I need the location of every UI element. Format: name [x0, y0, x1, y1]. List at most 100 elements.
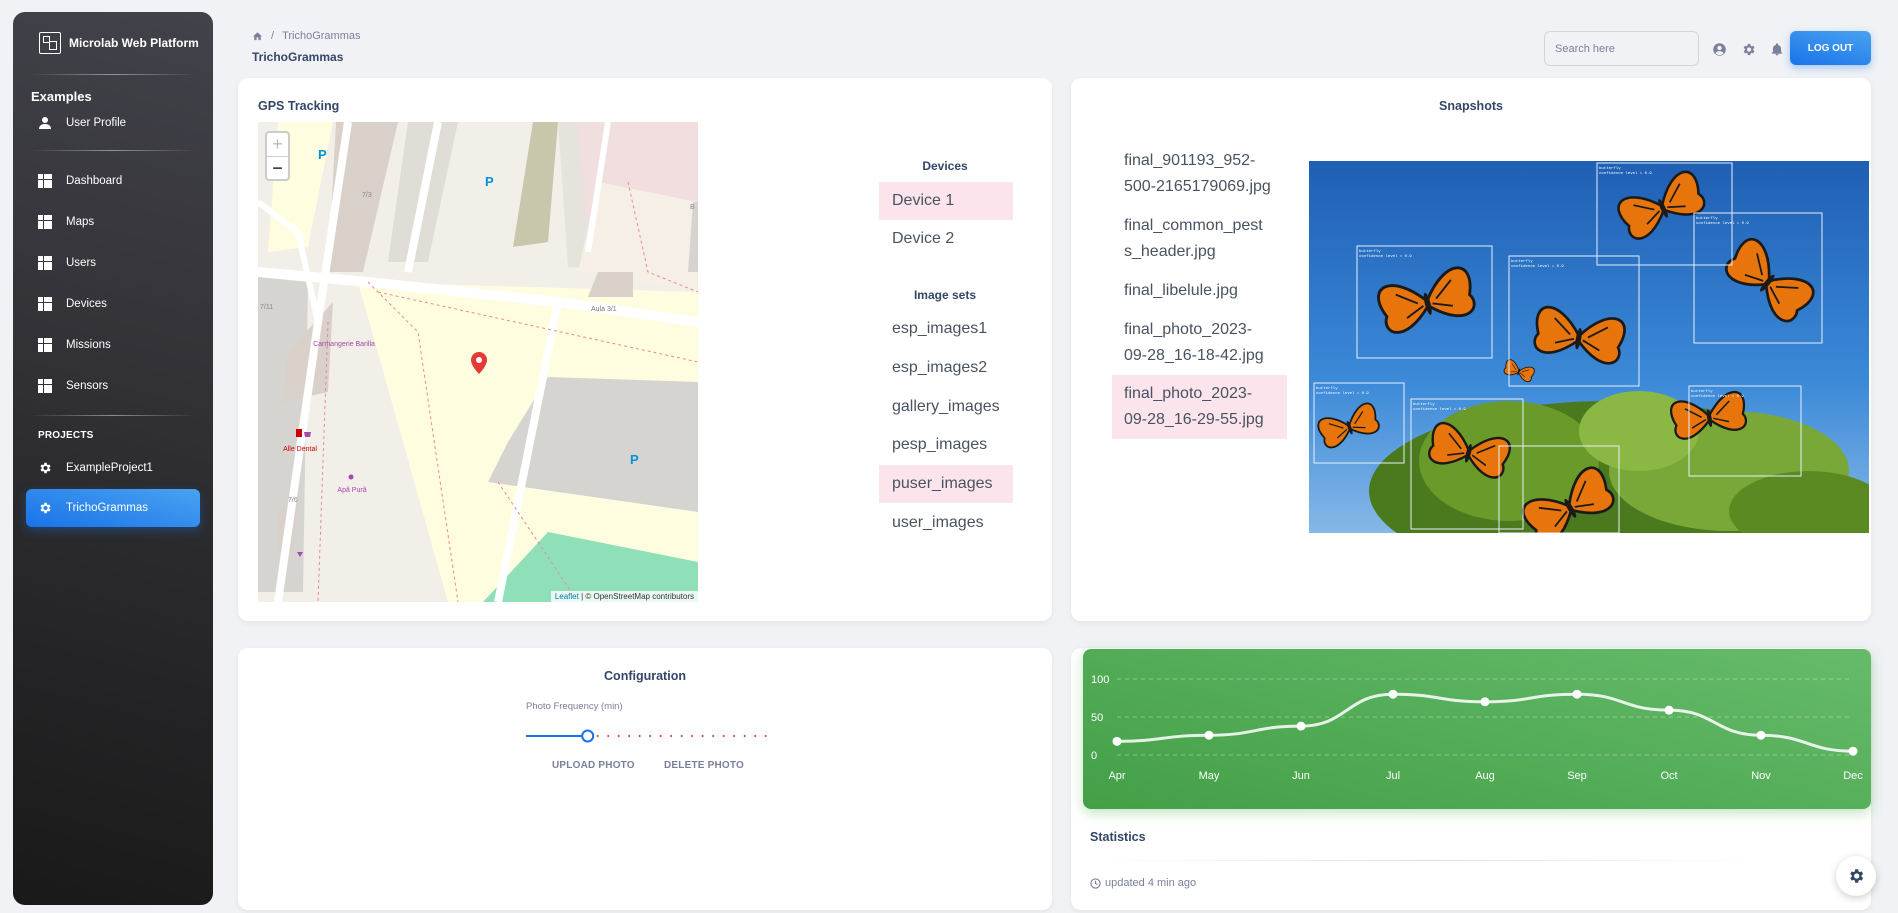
configuration-title: Configuration	[604, 669, 686, 683]
updated-text: updated 4 min ago	[1105, 877, 1197, 889]
parking-label: P	[485, 174, 494, 189]
sidebar-item-users[interactable]: Users	[26, 243, 200, 282]
settings-icon[interactable]	[1740, 41, 1756, 57]
attribution-text: | © OpenStreetMap contributors	[578, 592, 694, 601]
sidebar-divider	[29, 150, 197, 151]
detection-confidence: confidence level = 0.9	[1696, 221, 1749, 226]
statistics-divider	[1090, 860, 1770, 861]
gear-icon	[40, 502, 51, 514]
delete-photo-button[interactable]: DELETE PHOTO	[664, 760, 744, 771]
breadcrumb-separator: /	[271, 30, 275, 42]
snapshot-file-item[interactable]: final_common_pest s_header.jpg	[1112, 213, 1287, 265]
slider-tick	[701, 735, 704, 737]
x-tick-label: Nov	[1751, 770, 1771, 782]
data-point[interactable]	[1664, 705, 1674, 715]
sidebar-item-project-active[interactable]: TrichoGrammas	[26, 489, 200, 527]
image-set-item[interactable]: esp_images1	[879, 310, 1013, 348]
photo-frequency-slider[interactable]	[526, 729, 770, 743]
zoom-out-button[interactable]: −	[267, 156, 288, 179]
device-item[interactable]: Device 2	[879, 220, 1013, 258]
upload-photo-button[interactable]: UPLOAD PHOTO	[552, 760, 635, 771]
slider-label: Photo Frequency (min)	[526, 701, 623, 712]
sidebar-item-user-profile[interactable]: User Profile	[26, 108, 200, 138]
detection-confidence: confidence level = 0.9	[1316, 391, 1369, 396]
x-tick-label: Aug	[1475, 770, 1495, 782]
slider-tick	[617, 735, 620, 737]
slider-thumb[interactable]	[581, 729, 595, 743]
image-set-item[interactable]: user_images	[879, 504, 1013, 542]
sidebar-item-sensors[interactable]: Sensors	[26, 366, 200, 405]
slider-tick	[691, 735, 694, 737]
sidebar-item-missions[interactable]: Missions	[26, 325, 200, 364]
sidebar-item-maps[interactable]: Maps	[26, 202, 200, 241]
file-name-line: s_header.jpg	[1124, 243, 1216, 260]
file-name-line: 09-28_16-29-55.jpg	[1124, 411, 1264, 428]
parking-label: P	[630, 452, 639, 467]
sidebar-item-project[interactable]: ExampleProject1	[26, 449, 200, 487]
file-name-line: 09-28_16-18-42.jpg	[1124, 347, 1264, 364]
snapshot-file-item[interactable]: final_photo_2023- 09-28_16-18-42.jpg	[1112, 317, 1287, 369]
poi-label: Carmangerie Barilla	[313, 341, 375, 348]
gear-icon	[1850, 869, 1864, 883]
search-input[interactable]	[1544, 31, 1699, 66]
slider-tick	[722, 735, 725, 737]
sidebar-item-label: TrichoGrammas	[66, 502, 148, 514]
zoom-in-button[interactable]: +	[267, 133, 288, 156]
statistics-title: Statistics	[1090, 830, 1146, 844]
data-point[interactable]	[1848, 746, 1858, 756]
image-set-item[interactable]: pesp_images	[879, 426, 1013, 464]
detection-label: butterfly	[1696, 216, 1718, 221]
data-point[interactable]	[1572, 689, 1582, 699]
logout-button[interactable]: LOG OUT	[1790, 31, 1871, 65]
gps-title: GPS Tracking	[258, 99, 340, 113]
sidebar-nav: Dashboard Maps Users Devices Missions Se…	[13, 161, 213, 405]
x-tick-label: May	[1199, 770, 1220, 782]
snapshot-image[interactable]: butterfly confidence level = 0.9 butterf…	[1309, 161, 1869, 533]
leaflet-link[interactable]: Leaflet	[555, 592, 579, 601]
data-point[interactable]	[1204, 730, 1214, 740]
sidebar-item-dashboard[interactable]: Dashboard	[26, 161, 200, 200]
image-set-item[interactable]: esp_images2	[879, 349, 1013, 387]
y-tick-label: 50	[1091, 712, 1103, 724]
snapshot-file-item[interactable]: final_901193_952- 500-2165179069.jpg	[1112, 148, 1287, 200]
settings-fab[interactable]	[1836, 856, 1876, 896]
map[interactable]: P P P 7/3 7/11 7/6 B Aula 3/1 Carmangeri…	[258, 122, 698, 602]
image-set-item[interactable]: gallery_images	[879, 388, 1013, 426]
dashboard-icon	[38, 337, 52, 352]
brand[interactable]: Microlab Web Platform	[13, 12, 213, 74]
data-point[interactable]	[1480, 697, 1490, 707]
data-point[interactable]	[1756, 730, 1766, 740]
y-tick-label: 0	[1091, 750, 1097, 762]
building-label: Aula 3/1	[591, 306, 617, 313]
data-point[interactable]	[1388, 689, 1398, 699]
slider-tick	[733, 735, 736, 737]
breadcrumb-current[interactable]: TrichoGrammas	[282, 30, 360, 42]
x-tick-label: Sep	[1567, 770, 1587, 782]
file-name-line: final_901193_952-	[1124, 152, 1256, 169]
dashboard-icon	[38, 378, 52, 393]
snapshot-file-item[interactable]: final_libelule.jpg	[1112, 278, 1287, 304]
device-item[interactable]: Device 1	[879, 182, 1013, 220]
file-name-line: final_photo_2023-	[1124, 321, 1253, 338]
slider-tick	[670, 735, 673, 737]
sidebar-item-label: Maps	[66, 215, 95, 228]
sidebar-item-devices[interactable]: Devices	[26, 284, 200, 323]
slider-tick	[743, 735, 746, 737]
bell-icon[interactable]	[1769, 41, 1785, 57]
account-icon[interactable]	[1711, 41, 1727, 57]
detection-confidence: confidence level = 0.9	[1511, 264, 1564, 269]
data-point[interactable]	[1112, 736, 1122, 746]
snapshot-file-item[interactable]: final_photo_2023- 09-28_16-29-55.jpg	[1112, 375, 1287, 439]
devices-heading: Devices	[922, 159, 968, 173]
sidebar-item-label: Sensors	[66, 379, 109, 392]
brand-name: Microlab Web Platform	[69, 36, 199, 50]
home-icon[interactable]	[252, 31, 263, 42]
map-attribution: Leaflet | © OpenStreetMap contributors	[550, 591, 698, 602]
sidebar-item-label: ExampleProject1	[66, 462, 153, 474]
dashboard-icon	[38, 173, 52, 188]
slider-tick	[764, 735, 767, 737]
brand-logo-icon	[39, 32, 61, 54]
data-point[interactable]	[1296, 721, 1306, 731]
clock-icon	[1090, 877, 1101, 889]
image-set-item[interactable]: puser_images	[879, 465, 1013, 503]
